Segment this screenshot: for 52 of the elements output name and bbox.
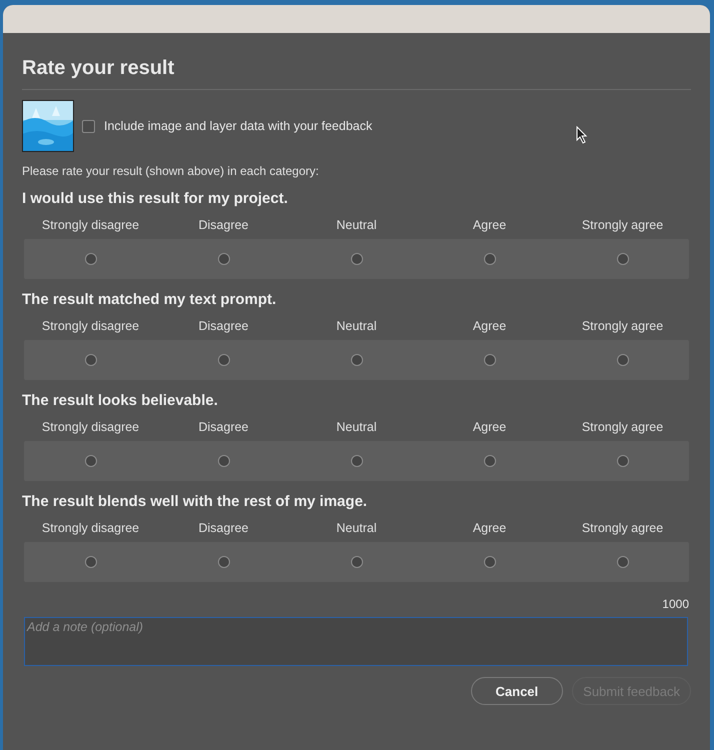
radio-button[interactable] (484, 455, 496, 467)
radio-button[interactable] (218, 455, 230, 467)
instruction-text: Please rate your result (shown above) in each category: (22, 164, 320, 178)
option-label: Strongly agree (582, 319, 664, 333)
radio-button[interactable] (218, 354, 230, 366)
mouse-cursor-icon (576, 126, 588, 144)
option-label: Strongly disagree (42, 521, 140, 535)
checkbox-label: Include image and layer data with your feedback (104, 119, 372, 133)
cancel-button[interactable]: Cancel (470, 677, 564, 705)
radio-button[interactable] (84, 253, 96, 265)
option-label: Disagree (198, 521, 249, 535)
radio-button[interactable] (350, 354, 362, 366)
radio-button[interactable] (616, 354, 628, 366)
radio-button[interactable] (218, 253, 230, 265)
option-label: Strongly disagree (42, 420, 140, 434)
radio-button[interactable] (84, 455, 96, 467)
option-label: Neutral (336, 218, 377, 232)
option-label: Strongly agree (582, 218, 664, 232)
radio-button[interactable] (484, 354, 496, 366)
option-label: Disagree (198, 218, 249, 232)
question-heading: The result looks believable. (22, 392, 219, 409)
option-label: Agree (472, 319, 506, 333)
radio-button[interactable] (218, 556, 230, 568)
option-label: Strongly disagree (42, 218, 140, 232)
option-label: Agree (472, 218, 506, 232)
checkbox[interactable] (82, 120, 95, 132)
option-label: Agree (472, 420, 506, 434)
radio-button[interactable] (484, 556, 496, 568)
question-heading: The result blends well with the rest of my image. (22, 493, 368, 510)
radio-button[interactable] (616, 556, 628, 568)
character-counter: 1000 (662, 597, 689, 611)
option-label: Neutral (336, 420, 377, 434)
option-label: Disagree (198, 420, 249, 434)
option-label: Strongly agree (582, 521, 664, 535)
radio-button[interactable] (350, 556, 362, 568)
option-label: Strongly disagree (42, 319, 140, 333)
question-heading: I would use this result for my project. (22, 190, 289, 207)
radio-button[interactable] (350, 253, 362, 265)
radio-button[interactable] (616, 253, 628, 265)
radio-button[interactable] (84, 556, 96, 568)
radio-button[interactable] (616, 455, 628, 467)
option-label: Disagree (198, 319, 249, 333)
option-label: Neutral (336, 521, 377, 535)
radio-button[interactable] (84, 354, 96, 366)
option-label: Neutral (336, 319, 377, 333)
option-label: Agree (472, 521, 506, 535)
option-label: Strongly agree (582, 420, 664, 434)
note-field[interactable]: Add a note (optional) (24, 617, 688, 666)
radio-button[interactable] (484, 253, 496, 265)
radio-button[interactable] (350, 455, 362, 467)
dialog-title: Rate your result (22, 57, 176, 81)
question-heading: The result matched my text prompt. (22, 291, 278, 308)
